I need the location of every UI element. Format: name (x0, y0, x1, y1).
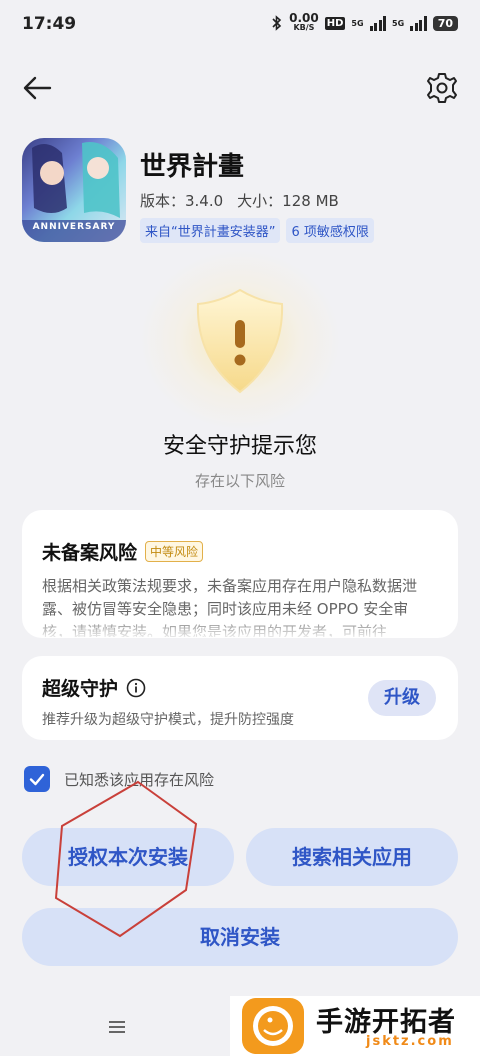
info-icon[interactable] (126, 678, 146, 698)
guard-title: 安全守护提示您 (162, 434, 317, 459)
cancel-install-button[interactable]: 取消安装 (22, 908, 458, 966)
super-guard-card: 超级守护 推荐升级为超级守护模式，提升防控强度 升级 (22, 656, 458, 740)
super-guard-title: 超级守护 (42, 678, 119, 700)
shield-warning-icon (196, 288, 284, 394)
app-name: 世界計畫 (140, 152, 245, 182)
status-indicators: 0.00 KB/S HD 5G 5G 70 (271, 11, 458, 32)
watermark-logo-icon (242, 998, 304, 1054)
authorize-install-button[interactable]: 授权本次安装 (22, 828, 234, 886)
signal-icon-2 (410, 15, 427, 31)
source-tag[interactable]: 来自“世界計畫安装器” (140, 218, 281, 243)
guard-subtitle: 存在以下风险 (194, 472, 285, 490)
settings-button[interactable] (424, 70, 460, 106)
permissions-tag[interactable]: 6 项敏感权限 (286, 218, 374, 243)
risk-level-badge: 中等风险 (145, 541, 204, 562)
network-type-1: 5G (351, 18, 364, 28)
app-tags: 来自“世界計畫安装器” 6 项敏感权限 (140, 218, 374, 243)
warning-shield (140, 250, 340, 430)
risk-description: 根据相关政策法规要求，未备案应用存在用户隐私数据泄露、被仿冒等安全隐患；同时该应… (42, 577, 418, 637)
battery-indicator: 70 (432, 15, 458, 31)
network-speed: 0.00 KB/S (289, 11, 319, 32)
status-time: 17:49 (22, 14, 77, 34)
bluetooth-icon (272, 15, 282, 31)
check-icon (29, 773, 45, 786)
upgrade-button[interactable]: 升级 (368, 680, 436, 716)
app-icon: ANNIVERSARY (22, 138, 126, 242)
app-version: 版本：3.4.0 (140, 192, 224, 210)
watermark: 手游开拓者 jsktz.com (230, 996, 480, 1056)
search-related-button[interactable]: 搜索相关应用 (246, 828, 458, 886)
watermark-url: jsktz.com (366, 1034, 454, 1049)
acknowledge-label: 已知悉该应用存在风险 (64, 770, 215, 789)
app-size: 大小：128 MB (237, 192, 339, 210)
back-arrow-icon (23, 76, 52, 100)
back-button[interactable] (20, 70, 56, 106)
status-bar: 17:49 0.00 KB/S HD 5G 5G 70 (0, 0, 480, 52)
menu-icon[interactable] (106, 1016, 128, 1038)
app-meta: 版本：3.4.0 大小：128 MB (140, 190, 339, 211)
app-icon-label: ANNIVERSARY (32, 222, 116, 232)
hd-badge: HD (324, 16, 346, 30)
risk-card[interactable]: 未备案风险 中等风险 根据相关政策法规要求，未备案应用存在用户隐私数据泄露、被仿… (22, 510, 458, 638)
risk-title: 未备案风险 (42, 542, 138, 564)
acknowledge-row[interactable]: 已知悉该应用存在风险 (24, 766, 214, 792)
acknowledge-checkbox[interactable] (24, 766, 50, 792)
gear-icon (427, 73, 457, 103)
network-type-2: 5G (392, 18, 405, 28)
signal-icon (369, 15, 387, 31)
